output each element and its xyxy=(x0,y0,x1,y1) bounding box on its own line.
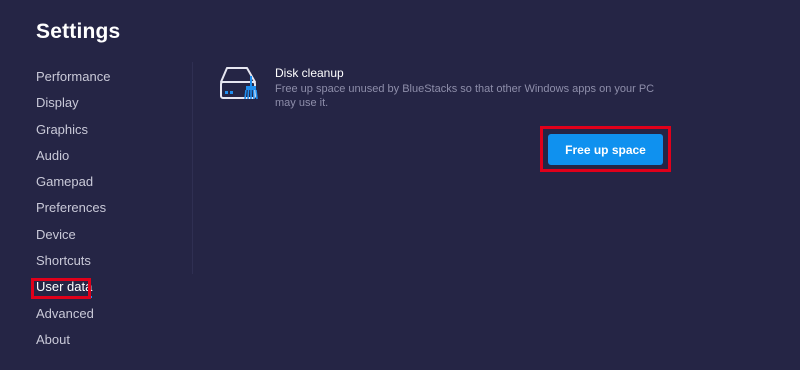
page-title: Settings xyxy=(36,20,121,43)
sidebar-item-preferences[interactable]: Preferences xyxy=(36,195,186,221)
user-data-highlight-box xyxy=(31,278,91,299)
sidebar-item-label: Audio xyxy=(36,147,70,163)
settings-sidebar: Performance Display Graphics Audio Gamep… xyxy=(36,64,186,353)
sidebar-item-label: Gamepad xyxy=(36,174,94,190)
sidebar-item-label: Display xyxy=(36,95,79,111)
sidebar-divider xyxy=(192,62,193,274)
disk-cleanup-title: Disk cleanup xyxy=(275,66,344,80)
sidebar-item-label: Shortcuts xyxy=(36,253,91,269)
sidebar-item-graphics[interactable]: Graphics xyxy=(36,117,186,143)
sidebar-item-display[interactable]: Display xyxy=(36,90,186,116)
sidebar-item-shortcuts[interactable]: Shortcuts xyxy=(36,248,186,274)
sidebar-item-label: Advanced xyxy=(36,305,94,321)
sidebar-item-device[interactable]: Device xyxy=(36,222,186,248)
sidebar-item-performance[interactable]: Performance xyxy=(36,64,186,90)
sidebar-item-advanced[interactable]: Advanced xyxy=(36,301,186,327)
sidebar-item-about[interactable]: About xyxy=(36,327,186,353)
sidebar-item-label: Graphics xyxy=(36,121,89,137)
free-up-space-button[interactable]: Free up space xyxy=(548,134,663,165)
sidebar-item-gamepad[interactable]: Gamepad xyxy=(36,169,186,195)
sidebar-item-audio[interactable]: Audio xyxy=(36,143,186,169)
sidebar-item-label: Preferences xyxy=(36,200,107,216)
sidebar-item-label: About xyxy=(36,331,70,347)
sidebar-item-label: Performance xyxy=(36,69,111,84)
sidebar-item-label: Device xyxy=(36,226,76,242)
disk-cleanup-icon xyxy=(219,66,261,104)
disk-cleanup-description: Free up space unused by BlueStacks so th… xyxy=(275,83,655,109)
